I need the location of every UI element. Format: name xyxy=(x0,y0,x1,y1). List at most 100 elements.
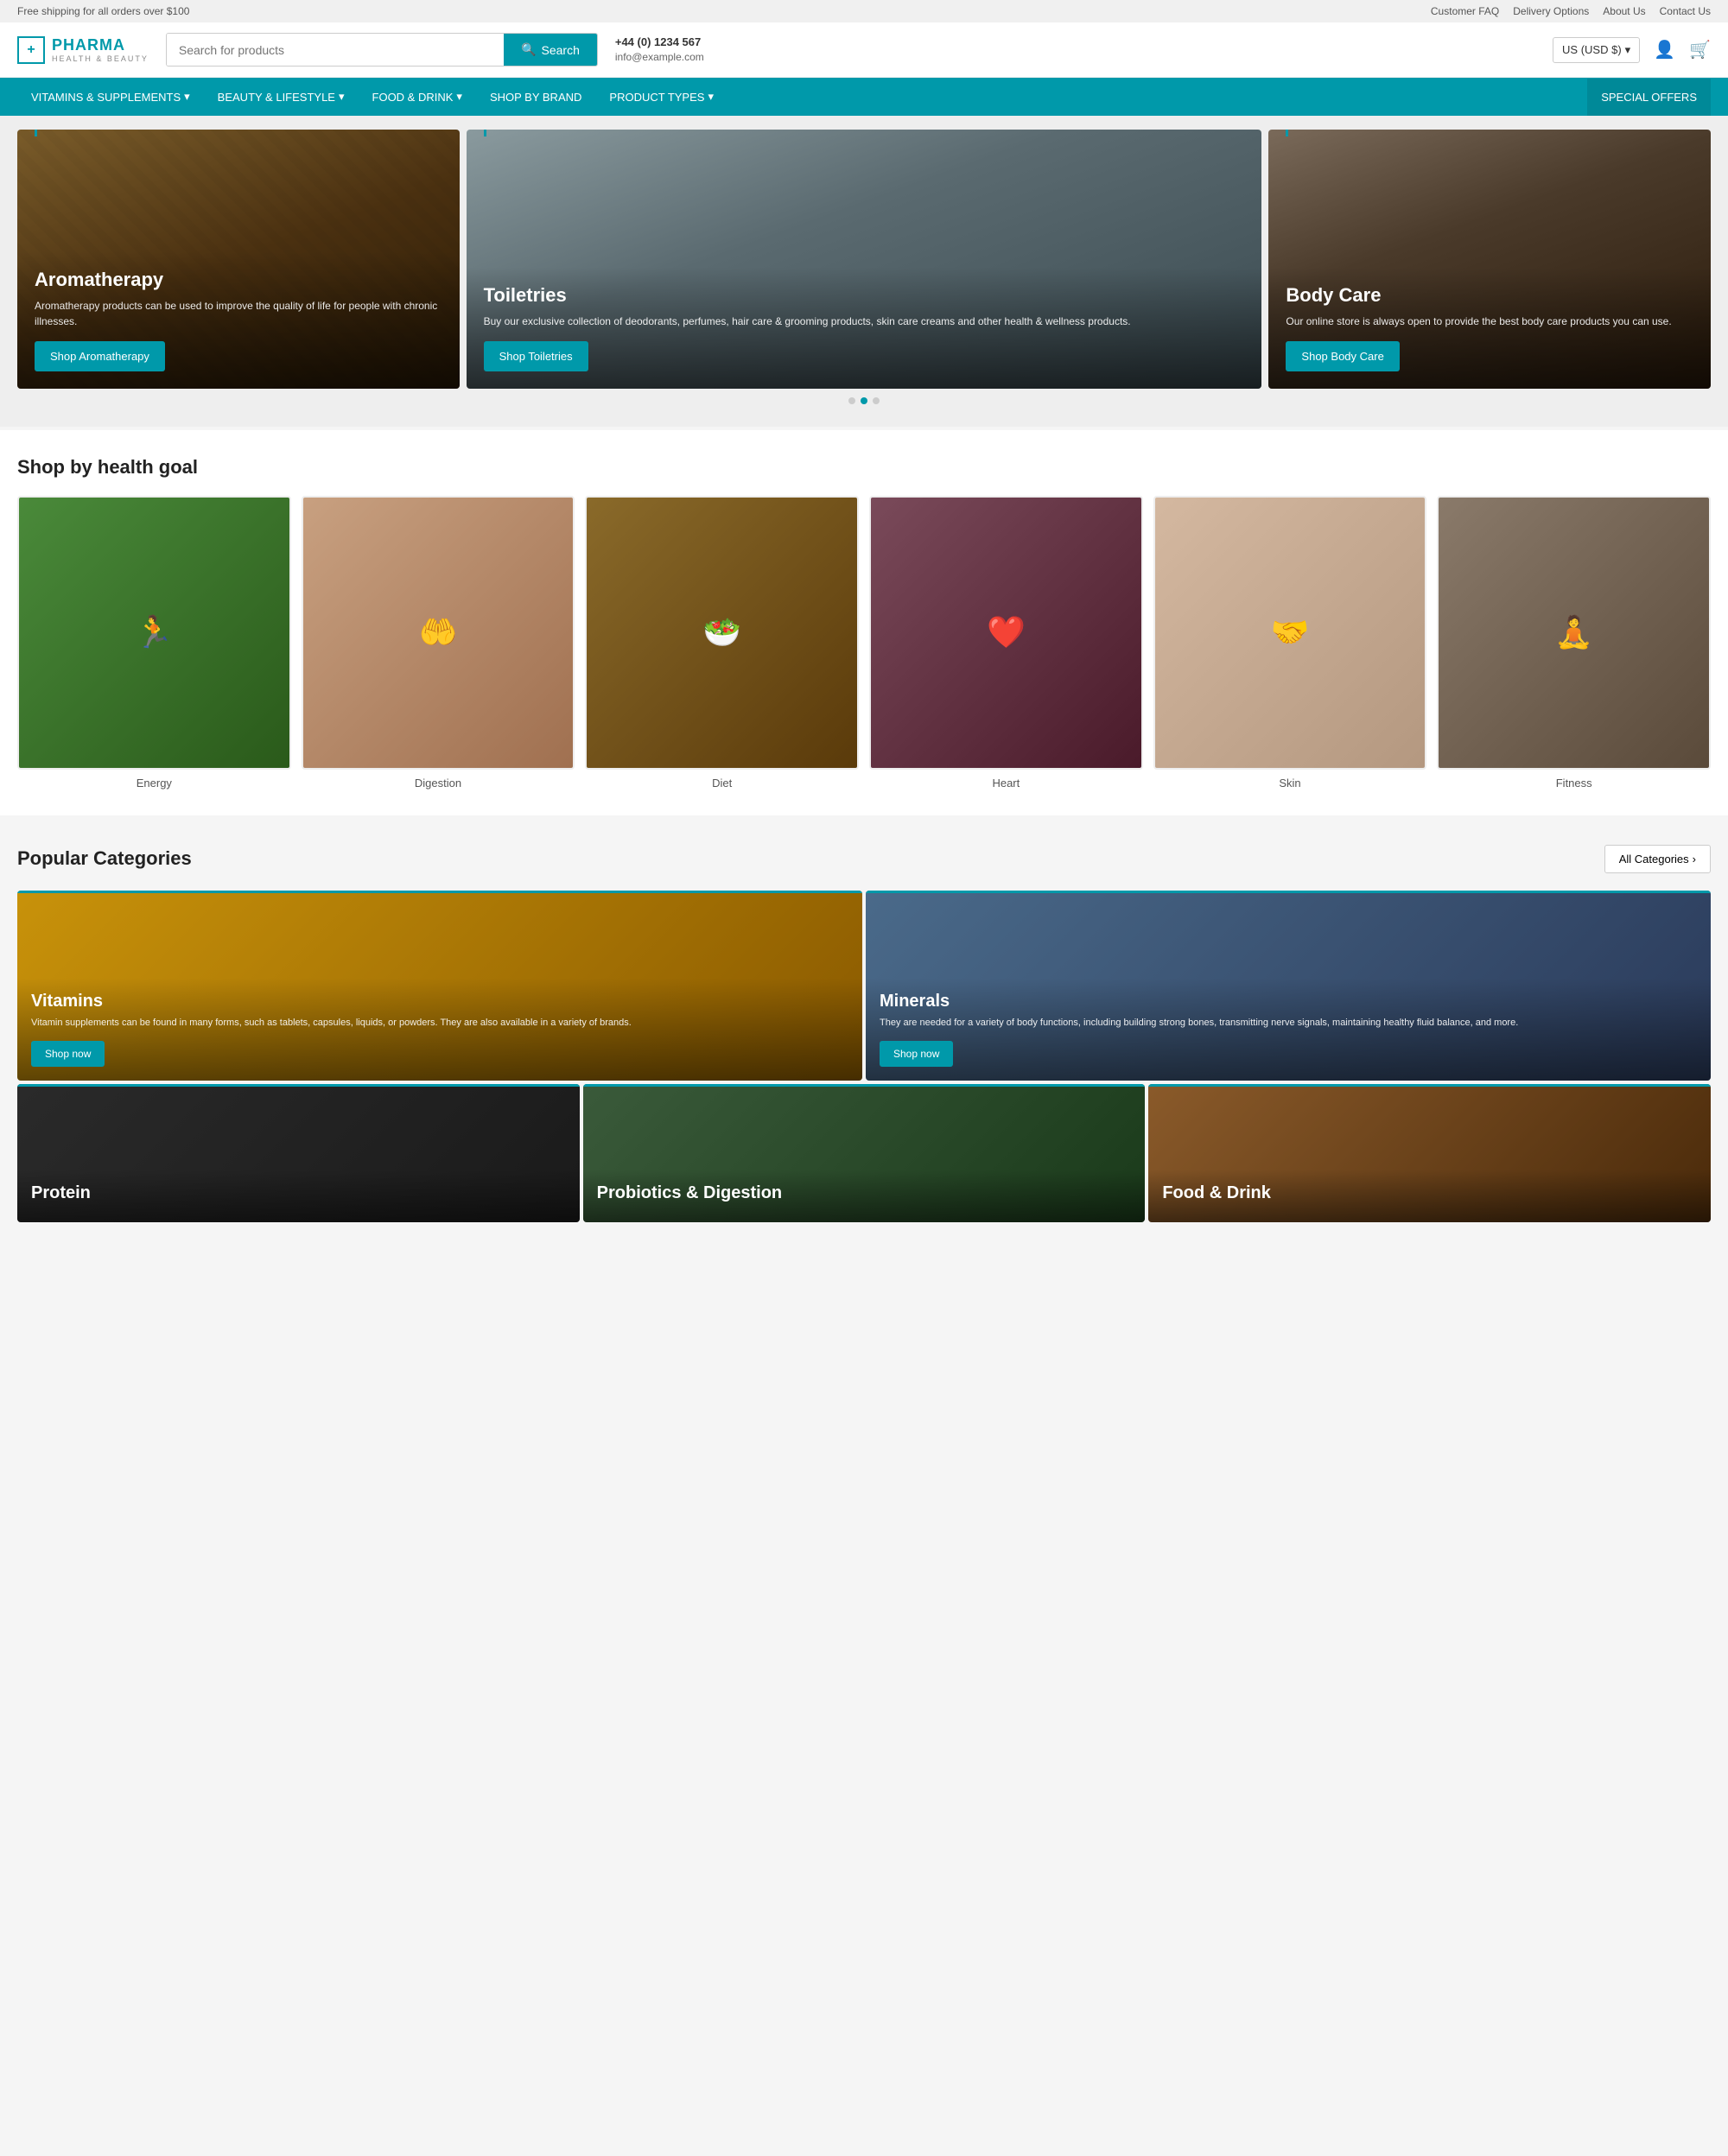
minerals-content: Minerals They are needed for a variety o… xyxy=(866,978,1711,1080)
nav-food[interactable]: FOOD & DRINK ▾ xyxy=(359,78,476,116)
goal-digestion-img: 🤲 xyxy=(302,496,575,770)
protein-content: Protein xyxy=(17,1170,580,1222)
goal-fitness-img: 🧘 xyxy=(1437,496,1711,770)
top-bar-links: Customer FAQ Delivery Options About Us C… xyxy=(1431,5,1711,17)
phone-number: +44 (0) 1234 567 xyxy=(615,35,704,50)
minerals-desc: They are needed for a variety of body fu… xyxy=(880,1017,1697,1030)
nav-product-types[interactable]: PRODUCT TYPES ▾ xyxy=(595,78,727,116)
category-card-probiotics[interactable]: Probiotics & Digestion xyxy=(583,1084,1146,1222)
goal-fitness[interactable]: 🧘 Fitness xyxy=(1437,496,1711,789)
nav-brand-label: SHOP BY BRAND xyxy=(490,91,581,104)
categories-large-row: Vitamins Vitamin supplements can be foun… xyxy=(17,891,1711,1081)
goal-energy[interactable]: 🏃 Energy xyxy=(17,496,291,789)
vitamins-content: Vitamins Vitamin supplements can be foun… xyxy=(17,978,862,1080)
all-categories-button[interactable]: All Categories › xyxy=(1604,845,1711,873)
vitamins-desc: Vitamin supplements can be found in many… xyxy=(31,1017,848,1030)
minerals-title: Minerals xyxy=(880,992,1697,1011)
category-card-food[interactable]: Food & Drink xyxy=(1148,1084,1711,1222)
food-title: Food & Drink xyxy=(1162,1183,1697,1203)
goal-energy-label: Energy xyxy=(17,777,291,789)
nav-food-dropdown-icon: ▾ xyxy=(456,90,462,104)
all-categories-label: All Categories xyxy=(1619,853,1689,866)
hero-bodycare-title: Body Care xyxy=(1286,284,1693,307)
minerals-shop-btn[interactable]: Shop now xyxy=(880,1041,953,1067)
header-right: US (USD $) ▾ 👤 🛒 xyxy=(1553,37,1711,63)
nav-product-types-dropdown-icon: ▾ xyxy=(708,90,714,104)
logo-text: PHARMA HEALTH & BEAUTY xyxy=(52,36,149,63)
hero-toiletries-content: Toiletries Buy our exclusive collection … xyxy=(467,267,1262,389)
categories-title: Popular Categories xyxy=(17,847,192,870)
nav-special-label: SPECIAL OFFERS xyxy=(1601,91,1697,104)
hero-bodycare-desc: Our online store is always open to provi… xyxy=(1286,314,1693,329)
currency-label: US (USD $) xyxy=(1562,43,1622,56)
category-card-vitamins[interactable]: Vitamins Vitamin supplements can be foun… xyxy=(17,891,862,1081)
goal-fitness-img-bg: 🧘 xyxy=(1439,498,1709,768)
health-goals-list: 🏃 Energy 🤲 Digestion 🥗 Diet xyxy=(17,496,1711,789)
top-bar: Free shipping for all orders over $100 C… xyxy=(0,0,1728,22)
logo[interactable]: + PHARMA HEALTH & BEAUTY xyxy=(17,36,149,64)
nav-food-label: FOOD & DRINK xyxy=(372,91,454,104)
probiotics-content: Probiotics & Digestion xyxy=(583,1170,1146,1222)
hero-card-bodycare: Body Care Our online store is always ope… xyxy=(1268,130,1711,389)
hero-bodycare-btn[interactable]: Shop Body Care xyxy=(1286,341,1399,371)
contact-info: +44 (0) 1234 567 info@example.com xyxy=(615,35,704,65)
nav-brand[interactable]: SHOP BY BRAND xyxy=(476,79,595,116)
goal-energy-img-bg: 🏃 xyxy=(19,498,289,768)
goal-skin[interactable]: 🤝 Skin xyxy=(1153,496,1427,789)
hero-aromatherapy-content: Aromatherapy Aromatherapy products can b… xyxy=(17,251,460,389)
goal-heart[interactable]: ❤️ Heart xyxy=(869,496,1143,789)
currency-selector[interactable]: US (USD $) ▾ xyxy=(1553,37,1640,63)
category-card-protein[interactable]: Protein xyxy=(17,1084,580,1222)
hero-card-toiletries: Toiletries Buy our exclusive collection … xyxy=(467,130,1262,389)
logo-sub: HEALTH & BEAUTY xyxy=(52,54,149,63)
nav-beauty[interactable]: BEAUTY & LIFESTYLE ▾ xyxy=(204,78,359,116)
hero-aromatherapy-title: Aromatherapy xyxy=(35,269,442,291)
slider-dot-2[interactable] xyxy=(861,397,867,404)
about-us-link[interactable]: About Us xyxy=(1603,5,1645,17)
hero-toiletries-title: Toiletries xyxy=(484,284,1245,307)
food-content: Food & Drink xyxy=(1148,1170,1711,1222)
hero-toiletries-btn[interactable]: Shop Toiletries xyxy=(484,341,588,371)
category-card-minerals[interactable]: Minerals They are needed for a variety o… xyxy=(866,891,1711,1081)
slider-dot-3[interactable] xyxy=(873,397,880,404)
protein-accent xyxy=(17,1084,580,1087)
currency-dropdown-icon: ▾ xyxy=(1625,43,1631,57)
search-bar: 🔍 Search xyxy=(166,33,598,67)
goal-heart-label: Heart xyxy=(869,777,1143,789)
slider-dots xyxy=(17,389,1711,413)
goal-skin-label: Skin xyxy=(1153,777,1427,789)
categories-small-row: Protein Probiotics & Digestion Food & Dr… xyxy=(17,1084,1711,1222)
hero-aromatherapy-btn[interactable]: Shop Aromatherapy xyxy=(35,341,165,371)
contact-us-link[interactable]: Contact Us xyxy=(1660,5,1711,17)
cart-icon[interactable]: 🛒 xyxy=(1689,39,1711,60)
goal-skin-img: 🤝 xyxy=(1153,496,1427,770)
goal-diet[interactable]: 🥗 Diet xyxy=(585,496,859,789)
hero-bodycare-content: Body Care Our online store is always ope… xyxy=(1268,267,1711,389)
hero-banner-section: Aromatherapy Aromatherapy products can b… xyxy=(0,116,1728,427)
slider-dot-1[interactable] xyxy=(848,397,855,404)
customer-faq-link[interactable]: Customer FAQ xyxy=(1431,5,1499,17)
hero-cards-container: Aromatherapy Aromatherapy products can b… xyxy=(17,130,1711,389)
nav-beauty-dropdown-icon: ▾ xyxy=(339,90,345,104)
nav-vitamins[interactable]: VITAMINS & SUPPLEMENTS ▾ xyxy=(17,78,204,116)
food-accent xyxy=(1148,1084,1711,1087)
account-icon[interactable]: 👤 xyxy=(1654,39,1675,60)
vitamins-shop-btn[interactable]: Shop now xyxy=(31,1041,105,1067)
goal-energy-img: 🏃 xyxy=(17,496,291,770)
hero-toiletries-desc: Buy our exclusive collection of deodoran… xyxy=(484,314,1245,329)
nav-special-offers[interactable]: SPECIAL OFFERS xyxy=(1587,79,1711,116)
goal-heart-img: ❤️ xyxy=(869,496,1143,770)
all-categories-icon: › xyxy=(1693,853,1696,866)
goal-diet-img: 🥗 xyxy=(585,496,859,770)
logo-name: PHARMA xyxy=(52,36,149,54)
goal-diet-label: Diet xyxy=(585,777,859,789)
goal-digestion-img-bg: 🤲 xyxy=(303,498,574,768)
search-input[interactable] xyxy=(167,34,504,66)
logo-icon: + xyxy=(17,36,45,64)
delivery-options-link[interactable]: Delivery Options xyxy=(1513,5,1589,17)
goal-digestion-label: Digestion xyxy=(302,777,575,789)
goal-digestion[interactable]: 🤲 Digestion xyxy=(302,496,575,789)
protein-title: Protein xyxy=(31,1183,566,1203)
search-button[interactable]: 🔍 Search xyxy=(504,34,597,66)
search-icon: 🔍 xyxy=(521,42,536,57)
